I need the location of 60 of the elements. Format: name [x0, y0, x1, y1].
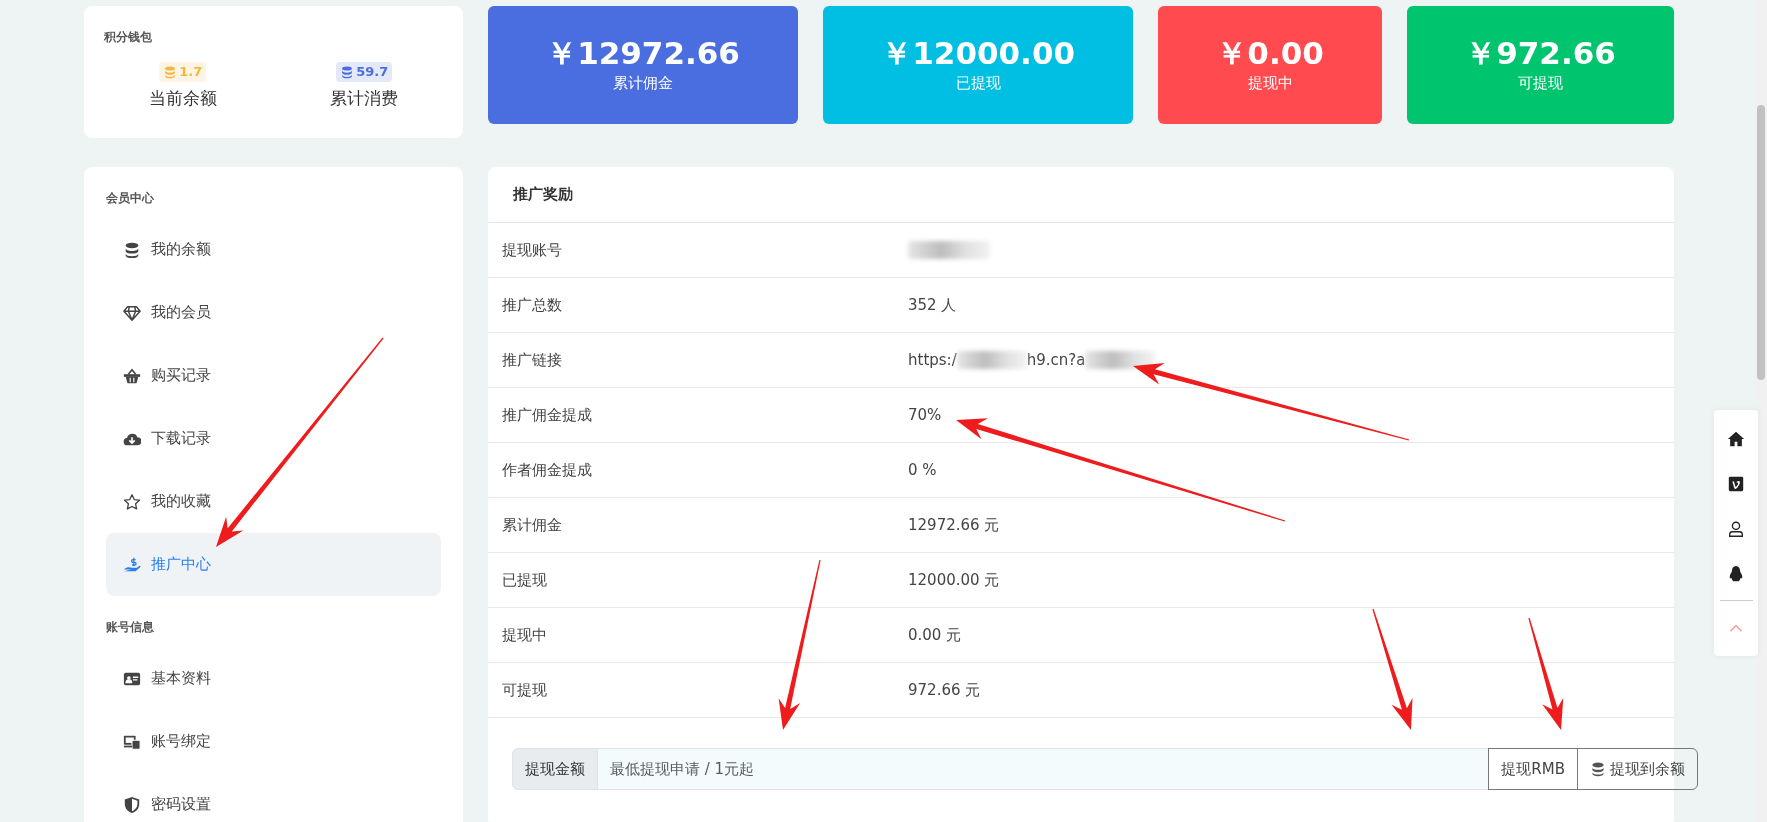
sidebar-item[interactable]: 账号绑定 — [106, 710, 441, 773]
row-label: 提现中 — [501, 624, 548, 646]
row-value: h9.cn?a — [1026, 349, 1086, 371]
diamond-icon — [123, 303, 141, 322]
row-value: 972.66 元 — [908, 679, 981, 701]
stat-label: 已提现 — [955, 73, 1001, 95]
penguin-icon[interactable] — [1727, 564, 1745, 583]
row-label: 推广链接 — [501, 349, 563, 371]
row-value: 0.00 元 — [908, 624, 962, 646]
user-icon[interactable] — [1727, 519, 1745, 538]
stat-label: 可提现 — [1518, 73, 1563, 95]
row-value: https:/ — [908, 349, 957, 371]
stat-amount: ￥0.00 — [1216, 35, 1324, 73]
stat-label: 提现中 — [1247, 73, 1293, 95]
row-value: 12000.00 元 — [908, 569, 1000, 591]
coins-icon — [340, 64, 355, 79]
coins-icon — [123, 240, 141, 259]
coins-icon — [163, 64, 178, 79]
row-value: 70% — [908, 404, 942, 426]
sidebar-item[interactable]: 密码设置 — [106, 773, 441, 822]
basket-icon — [123, 366, 141, 385]
wallet-label: 累计消费 — [330, 86, 399, 110]
section-title: 账号信息 — [106, 619, 155, 636]
row-label: 累计佣金 — [501, 514, 563, 536]
stat-amount: ￥972.66 — [1465, 35, 1616, 73]
amount-label: 提现金额 — [512, 748, 598, 790]
points-badge: 59.7 — [336, 62, 393, 82]
v-square-icon[interactable] — [1727, 474, 1745, 493]
card-title: 推广奖励 — [488, 167, 1674, 223]
withdraw-button[interactable]: 提现到余额 — [1577, 748, 1698, 790]
row-label: 作者佣金提成 — [501, 459, 593, 481]
sidebar-item[interactable]: 我的会员 — [106, 281, 441, 344]
row-value: 0 % — [908, 459, 937, 481]
row-label: 推广佣金提成 — [501, 404, 593, 426]
coins-icon — [1590, 761, 1606, 777]
withdraw-button[interactable]: 提现RMB — [1488, 748, 1578, 790]
points-badge: 1.7 — [159, 62, 207, 82]
sidebar-item[interactable]: 基本资料 — [106, 647, 441, 710]
section-title: 会员中心 — [106, 190, 155, 207]
sidebar-item[interactable]: 推广中心 — [106, 533, 441, 596]
row-label: 可提现 — [501, 679, 548, 701]
row-value: 12972.66 元 — [908, 514, 1000, 536]
card-title: 积分钱包 — [104, 29, 153, 46]
stat-amount: ￥12972.66 — [546, 35, 740, 73]
amount-field[interactable]: 最低提现申请 / 1元起 — [597, 748, 1490, 790]
home-icon[interactable] — [1727, 429, 1745, 448]
stat-label: 累计佣金 — [613, 73, 674, 95]
star-icon — [123, 492, 141, 511]
sidebar-item[interactable]: 我的收藏 — [106, 470, 441, 533]
sidebar-item[interactable]: 下载记录 — [106, 407, 441, 470]
row-label: 提现账号 — [501, 239, 563, 261]
shield-icon — [123, 795, 141, 814]
row-label: 已提现 — [501, 569, 548, 591]
wallet-label: 当前余额 — [148, 86, 217, 110]
hand-coin-icon — [123, 555, 141, 574]
sidebar-item[interactable]: 我的余额 — [106, 218, 441, 281]
stat-amount: ￥12000.00 — [881, 35, 1075, 73]
row-value: 352 人 — [908, 294, 957, 316]
sidebar-item[interactable]: 购买记录 — [106, 344, 441, 407]
row-label: 推广总数 — [501, 294, 563, 316]
